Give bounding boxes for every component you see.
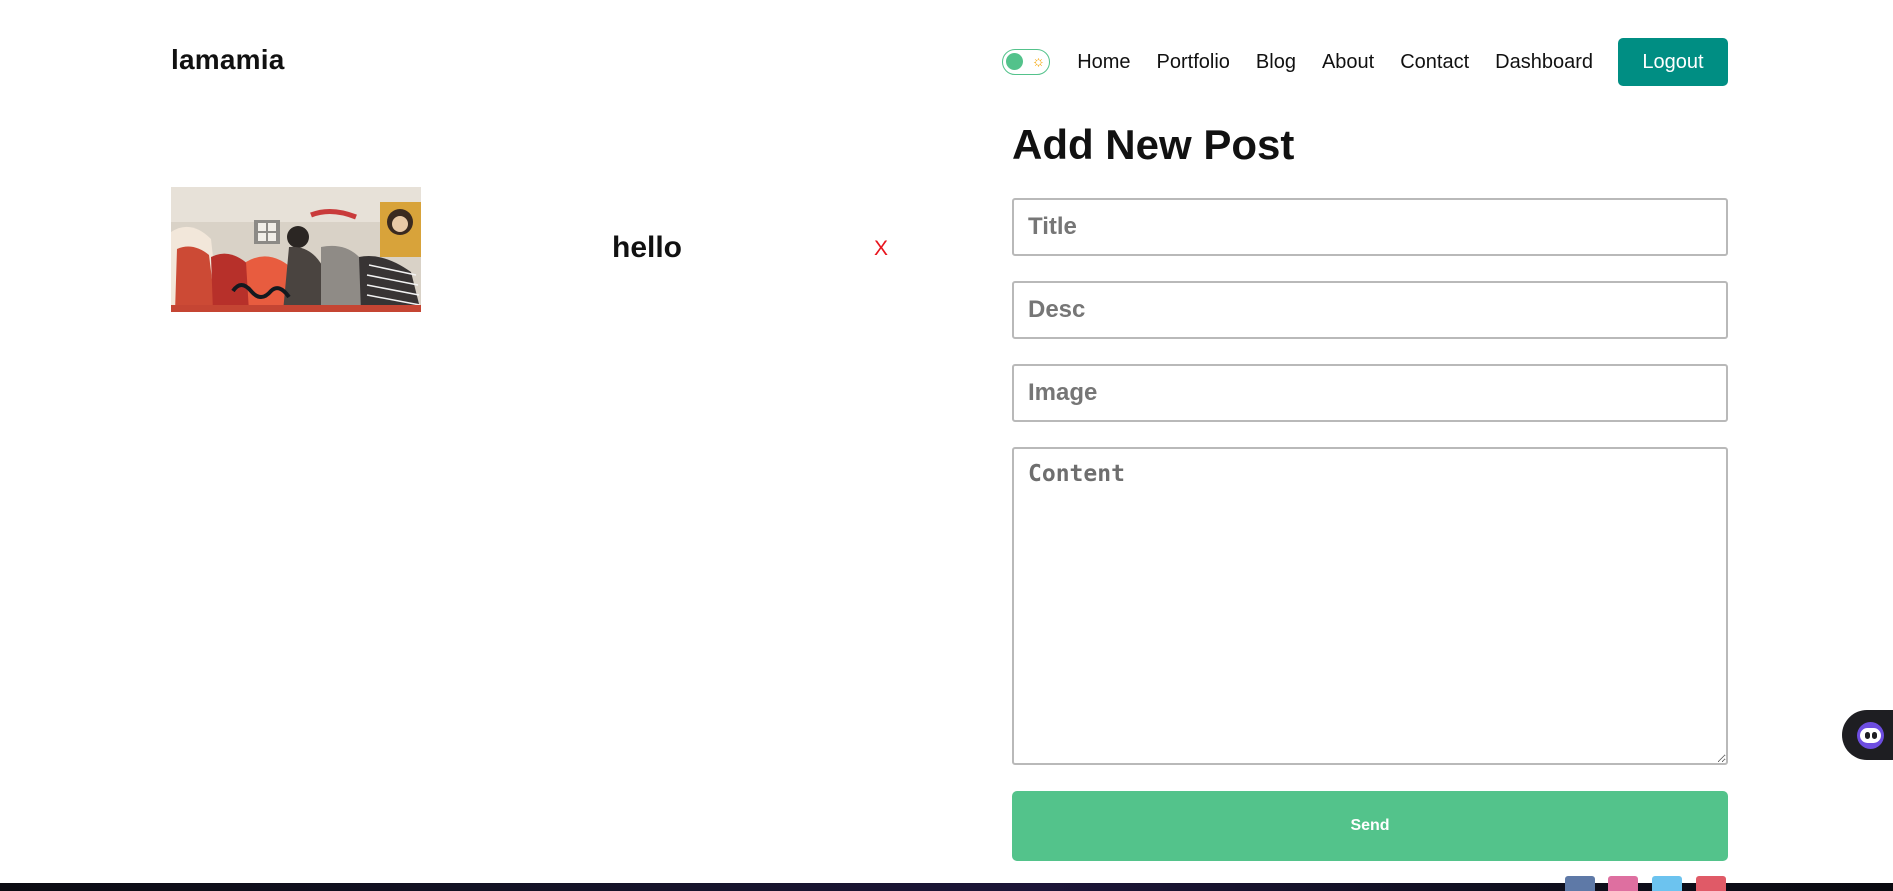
sun-icon: ☼ <box>1031 53 1046 70</box>
delete-post-button[interactable]: X <box>874 237 888 261</box>
nav-home[interactable]: Home <box>1077 51 1130 74</box>
content-textarea[interactable] <box>1012 447 1728 765</box>
graffiti-image <box>171 187 421 312</box>
post-thumbnail <box>171 187 421 312</box>
title-input[interactable] <box>1012 198 1728 256</box>
instagram-icon[interactable] <box>1608 876 1638 891</box>
post-title: hello <box>612 231 683 264</box>
page: lamamia ☼ Home Portfolio Blog About Cont… <box>0 0 1893 891</box>
image-input[interactable] <box>1012 364 1728 422</box>
right-eye <box>1872 732 1877 739</box>
nav-portfolio[interactable]: Portfolio <box>1157 51 1230 74</box>
post-item: hello X <box>171 187 901 312</box>
nav-blog[interactable]: Blog <box>1256 51 1296 74</box>
nav-about[interactable]: About <box>1322 51 1374 74</box>
twitter-icon[interactable] <box>1652 876 1682 891</box>
main-nav: ☼ Home Portfolio Blog About Contact Dash… <box>1002 38 1728 86</box>
assistant-icon <box>1857 722 1884 749</box>
toggle-knob <box>1006 53 1024 70</box>
nav-contact[interactable]: Contact <box>1400 51 1469 74</box>
send-button[interactable]: Send <box>1012 791 1728 861</box>
left-eye <box>1865 732 1870 739</box>
form-heading: Add New Post <box>1012 121 1295 168</box>
assistant-widget[interactable] <box>1842 710 1893 760</box>
facebook-icon[interactable] <box>1565 876 1595 891</box>
assistant-eyes <box>1860 728 1881 743</box>
site-logo[interactable]: lamamia <box>171 44 284 76</box>
logout-button[interactable]: Logout <box>1618 38 1728 86</box>
theme-toggle[interactable]: ☼ <box>1002 49 1051 75</box>
nav-dashboard[interactable]: Dashboard <box>1495 51 1593 74</box>
desc-input[interactable] <box>1012 281 1728 339</box>
youtube-icon[interactable] <box>1696 876 1726 891</box>
